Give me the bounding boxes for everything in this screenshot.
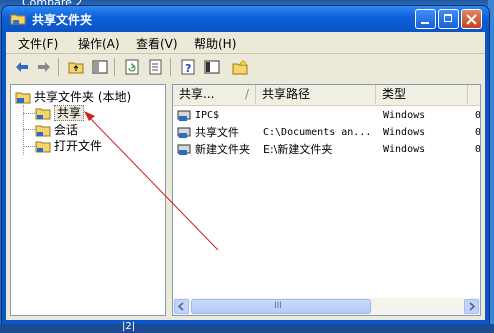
shares-list: 共享... / 共享路径 类型 IPC$ Windows 0 共享文件 C:\D… xyxy=(172,84,481,316)
minimize-button[interactable] xyxy=(415,9,436,29)
minimize-icon xyxy=(421,22,429,24)
up-folder-icon[interactable] xyxy=(68,59,84,75)
tree-pane: 共享文件夹 (本地) 共享 会话 打开文件 xyxy=(10,84,166,316)
share-icon xyxy=(177,127,191,138)
refresh-icon[interactable] xyxy=(124,59,140,75)
maximize-button[interactable] xyxy=(438,9,459,29)
share-type: Windows xyxy=(383,110,426,121)
shared-folders-window: 共享文件夹 文件(F) 操作(A) 查看(V) 帮助(H) ? 共享文件夹 (本… xyxy=(2,6,489,324)
menu-help[interactable]: 帮助(H) xyxy=(194,35,236,52)
scroll-thumb[interactable]: III xyxy=(191,299,371,314)
share-path: E:\新建文件夹 xyxy=(263,143,333,156)
column-share-path[interactable]: 共享路径 xyxy=(256,85,376,104)
shared-folder-icon xyxy=(10,14,26,25)
horizontal-scrollbar[interactable]: III xyxy=(173,298,480,315)
column-label: 共享路径 xyxy=(262,87,311,101)
list-header: 共享... / 共享路径 类型 xyxy=(173,85,480,106)
properties-icon[interactable] xyxy=(204,59,220,75)
close-button[interactable] xyxy=(461,9,482,29)
back-icon[interactable] xyxy=(14,59,30,75)
tree-item-label: 打开文件 xyxy=(54,139,103,153)
title-bar[interactable]: 共享文件夹 xyxy=(2,6,489,32)
table-row[interactable]: 共享文件 C:\Documents an... Windows 0 xyxy=(173,124,481,141)
share-path: C:\Documents an... xyxy=(263,127,372,138)
shared-folder-icon xyxy=(15,92,31,104)
share-folder-icon xyxy=(35,108,51,120)
menu-bar: 文件(F) 操作(A) 查看(V) 帮助(H) xyxy=(6,32,485,53)
share-type: Windows xyxy=(383,144,426,155)
taskbar-item[interactable]: |2| xyxy=(122,321,135,332)
forward-icon[interactable] xyxy=(36,59,52,75)
tree-connector xyxy=(23,146,35,147)
toolbar-separator xyxy=(114,58,115,76)
share-type: Windows xyxy=(383,127,426,138)
close-icon xyxy=(466,14,477,25)
menu-file[interactable]: 文件(F) xyxy=(18,35,58,52)
taskbar: |2| xyxy=(0,321,494,333)
scroll-left-button[interactable] xyxy=(174,299,189,314)
window-title: 共享文件夹 xyxy=(32,13,93,27)
column-type[interactable]: 类型 xyxy=(376,85,468,104)
show-hide-tree-icon[interactable] xyxy=(92,59,108,75)
chevron-left-icon xyxy=(177,302,184,311)
sort-indicator-icon: / xyxy=(244,87,249,101)
tree-connector xyxy=(23,129,35,130)
menu-action[interactable]: 操作(A) xyxy=(78,35,120,52)
help-icon[interactable]: ? xyxy=(180,59,196,75)
share-extra: 0 xyxy=(475,110,481,121)
maximize-icon xyxy=(444,14,452,22)
share-name: 共享文件 xyxy=(195,126,239,139)
share-extra: 0 xyxy=(475,127,481,138)
window-client: 文件(F) 操作(A) 查看(V) 帮助(H) ? 共享文件夹 (本地) 共享 … xyxy=(6,32,485,320)
tree-item-label: 共享 xyxy=(54,105,85,121)
new-share-icon[interactable] xyxy=(232,59,248,75)
share-extra: 0 xyxy=(475,144,481,155)
session-folder-icon xyxy=(35,125,51,137)
column-extra[interactable] xyxy=(468,85,480,104)
column-share-name[interactable]: 共享... / xyxy=(173,85,256,104)
table-row[interactable]: IPC$ Windows 0 xyxy=(173,107,481,124)
share-name: IPC$ xyxy=(195,110,220,121)
column-label: 类型 xyxy=(382,87,407,101)
table-row[interactable]: 新建文件夹 E:\新建文件夹 Windows 0 xyxy=(173,141,481,158)
tree-root-label: 共享文件夹 (本地) xyxy=(34,90,132,104)
share-icon xyxy=(177,144,191,155)
tree-connector xyxy=(23,113,35,114)
scroll-grip: III xyxy=(274,301,282,311)
scroll-right-button[interactable] xyxy=(464,299,479,314)
svg-text:?: ? xyxy=(185,62,191,75)
toolbar-separator xyxy=(170,58,171,76)
column-label: 共享... xyxy=(179,87,215,101)
chevron-right-icon xyxy=(469,302,476,311)
export-list-icon[interactable] xyxy=(148,59,164,75)
share-icon xyxy=(177,110,191,121)
toolbar-separator xyxy=(58,58,59,76)
menu-view[interactable]: 查看(V) xyxy=(136,35,178,52)
toolbar: ? xyxy=(6,54,485,79)
share-name: 新建文件夹 xyxy=(195,143,250,156)
open-files-folder-icon xyxy=(35,141,51,153)
tree-item-label: 会话 xyxy=(54,123,79,137)
